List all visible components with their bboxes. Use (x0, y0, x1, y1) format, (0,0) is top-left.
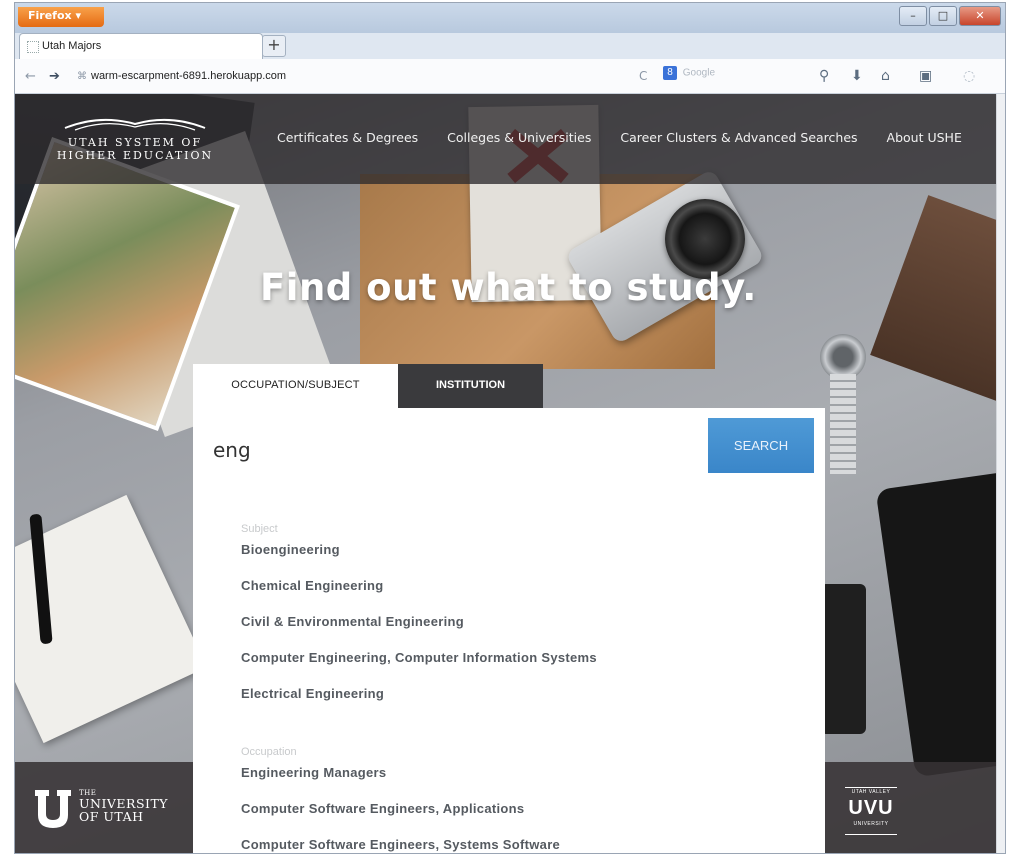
autocomplete-item[interactable]: Engineering Managers (193, 764, 825, 800)
book-swoosh-icon (64, 118, 206, 131)
window-controls: – □ ✕ (899, 6, 1001, 26)
search-button[interactable]: SEARCH (708, 418, 814, 473)
university-of-utah-logo[interactable]: THE UNIVERSITY OF UTAH (35, 790, 185, 830)
autocomplete-item[interactable]: Computer Engineering, Computer Informati… (193, 649, 825, 685)
autocomplete-item[interactable]: Civil & Environmental Engineering (193, 613, 825, 649)
main-navigation: Certificates & Degrees Colleges & Univer… (277, 130, 991, 145)
logo-text-line1: UTAH SYSTEM OF (67, 136, 203, 149)
browser-window: Firefox ▾ – □ ✕ Utah Majors + ← ➔ ⌘ warm… (14, 2, 1006, 854)
search-icon[interactable]: ⚲ (819, 68, 829, 84)
google-search-engine-icon[interactable]: 8 (663, 66, 677, 80)
site-header: UTAH SYSTEM OF HIGHER EDUCATION Certific… (15, 94, 999, 184)
autocomplete-group-occupation: Occupation Engineering Managers Computer… (193, 746, 825, 853)
navigation-toolbar: ← ➔ ⌘ warm-escarpment-6891.herokuapp.com… (15, 59, 1005, 94)
site-identity-icon[interactable]: ⌘ (77, 71, 87, 82)
address-bar[interactable]: warm-escarpment-6891.herokuapp.com (91, 70, 286, 82)
browser-tab-title: Utah Majors (42, 40, 102, 52)
firefox-menu-button[interactable]: Firefox ▾ (18, 7, 104, 27)
autocomplete-item[interactable]: Computer Software Engineers, Application… (193, 800, 825, 836)
web-search-placeholder: Google (682, 67, 716, 79)
uofu-line2: OF UTAH (79, 809, 144, 824)
web-search-box[interactable]: 8 Google (663, 66, 813, 86)
title-bar: Firefox ▾ – □ ✕ (15, 3, 1005, 33)
close-icon[interactable]: ✕ (959, 6, 1001, 26)
phone-image (820, 584, 866, 734)
logo-text-line2: HIGHER EDUCATION (56, 149, 214, 162)
page-viewport: UTAH SYSTEM OF HIGHER EDUCATION Certific… (15, 94, 999, 853)
forward-icon[interactable]: ➔ (49, 69, 60, 84)
search-panel: SEARCH Subject Bioengineering Chemical E… (193, 408, 825, 853)
nav-about-ushe[interactable]: About USHE (887, 130, 962, 145)
download-icon[interactable]: ⬇ (851, 68, 863, 84)
autocomplete-group-heading: Occupation (241, 746, 297, 758)
watch-strap-image (830, 374, 856, 474)
browser-tab[interactable]: Utah Majors (19, 33, 263, 59)
reload-icon[interactable]: C (639, 69, 647, 83)
uvu-logo[interactable]: UTAH VALLEY UVU UNIVERSITY (845, 787, 897, 835)
autocomplete-item[interactable]: Bioengineering (193, 541, 825, 577)
nav-certificates-degrees[interactable]: Certificates & Degrees (277, 130, 418, 145)
hero-title: Find out what to study. (260, 266, 757, 309)
bookmarks-icon[interactable]: ▣ (919, 68, 932, 84)
new-tab-button[interactable]: + (262, 35, 286, 57)
uvu-top-text: UTAH VALLEY (851, 789, 891, 795)
autocomplete-item[interactable]: Electrical Engineering (193, 685, 825, 721)
uofu-wordmark: THE UNIVERSITY OF UTAH (79, 790, 168, 824)
tab-occupation-subject[interactable]: OCCUPATION/SUBJECT (193, 364, 398, 408)
autocomplete-group-subject: Subject Bioengineering Chemical Engineer… (193, 523, 825, 721)
firefox-menu-label: Firefox (28, 9, 72, 22)
autocomplete-item[interactable]: Chemical Engineering (193, 577, 825, 613)
page-favicon-icon (27, 41, 39, 53)
uvu-bottom-text: UNIVERSITY (853, 821, 889, 827)
autocomplete-item[interactable]: Computer Software Engineers, Systems Sof… (193, 836, 825, 853)
nav-career-clusters[interactable]: Career Clusters & Advanced Searches (620, 130, 857, 145)
ushe-logo[interactable]: UTAH SYSTEM OF HIGHER EDUCATION (45, 114, 225, 169)
maximize-icon[interactable]: □ (929, 6, 957, 26)
block-u-icon (35, 790, 71, 828)
page-scrollbar[interactable] (996, 94, 1005, 853)
tab-institution[interactable]: INSTITUTION (398, 364, 543, 408)
home-icon[interactable]: ⌂ (881, 68, 890, 84)
nav-colleges-universities[interactable]: Colleges & Universities (447, 130, 591, 145)
uvu-wordmark: UVU (848, 797, 894, 819)
autocomplete-group-heading: Subject (241, 523, 278, 535)
minimize-icon[interactable]: – (899, 6, 927, 26)
search-input[interactable] (213, 430, 693, 470)
addon-icon[interactable]: ◌ (963, 68, 975, 84)
back-icon[interactable]: ← (25, 69, 36, 84)
